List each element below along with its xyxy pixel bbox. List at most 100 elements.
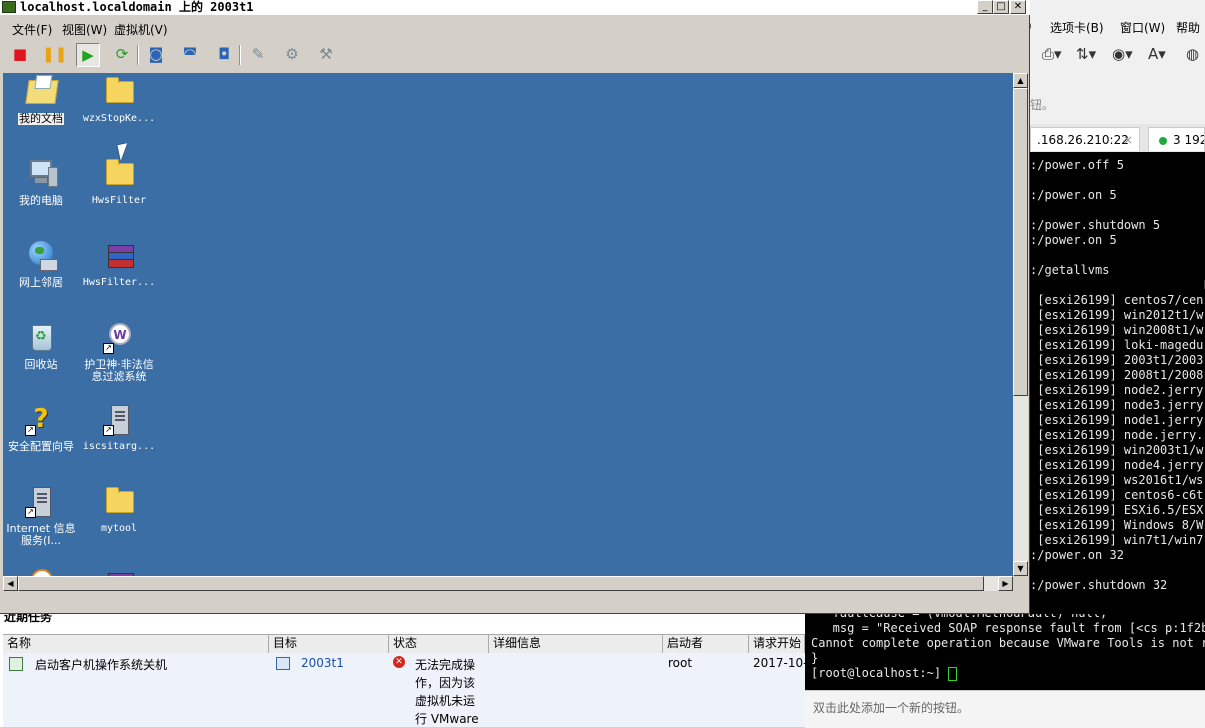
terminal-line: [esxi26199] ESXi6.5/ESX (1030, 503, 1204, 517)
scroll-down-icon[interactable]: ▼ (1013, 561, 1028, 576)
terminal-line: :/power.on 5 (1030, 233, 1117, 247)
column-status[interactable]: 状态 (389, 635, 489, 653)
terminal-line: faultCause = (vmodl.MethodFault) null, (811, 614, 1108, 621)
desktop-icon-wzxstopke[interactable]: wzxStopKe... (79, 75, 159, 125)
close-icon[interactable]: × (1123, 128, 1133, 151)
transfer-icon[interactable]: ⇅▾ (1076, 45, 1096, 63)
desktop-icon-security-wizard[interactable]: ? ↗ 安全配置向导 (3, 403, 81, 453)
desktop-icon-hws-filter-system[interactable]: W ↗ 护卫神·非法信息过滤系统 (79, 321, 159, 383)
terminal-line: [esxi26199] node3.jerry (1030, 398, 1204, 412)
tasks-table-header: 名称 目标 状态 详细信息 启动者 请求开始 (3, 634, 805, 654)
terminal-output[interactable]: :/power.off 5 :/power.on 5 :/power.shutdow… (1030, 152, 1205, 614)
horizontal-scroll-thumb[interactable] (18, 576, 984, 591)
terminal-line: [esxi26199] win2012t1/w (1030, 308, 1204, 322)
menu-help[interactable]: 帮助 (1176, 19, 1200, 36)
security-wizard-icon: ? ↗ (24, 403, 58, 437)
scroll-left-icon[interactable]: ◀ (3, 576, 18, 591)
terminal-line: [esxi26199] ws2016t1/ws (1030, 473, 1204, 487)
terminal-line: [esxi26199] node1.jerry (1030, 413, 1204, 427)
folder-icon (102, 157, 136, 191)
maximize-button[interactable]: □ (993, 0, 1009, 14)
connect-device-icon[interactable]: ⚙ (280, 43, 304, 67)
table-row[interactable]: 启动客户机操作系统关机 2003t1 ✕ 无法完成操 作，因为该 虚拟机未运 行… (3, 653, 815, 727)
terminal-output-bottom[interactable]: faultCause = (vmodl.MethodFault) null, m… (805, 614, 1205, 690)
guest-desktop[interactable]: 我的文档 wzxStopKe... 我的电脑 HwsFilter 网上邻居 Hw… (3, 73, 1013, 576)
winrar-archive-icon (102, 567, 136, 576)
hws-shortcut-icon: W ↗ (102, 321, 136, 355)
snapshot-manager-icon[interactable]: ◘ (212, 43, 236, 67)
desktop-icon-recycle-bin[interactable]: 回收站 (3, 321, 81, 371)
desktop-icon-iis[interactable]: ↗ Internet 信息服务(I... (3, 485, 81, 547)
menu-window[interactable]: 窗口(W) (1120, 19, 1165, 36)
horizontal-scrollbar[interactable]: ◀ ▶ (3, 576, 1013, 591)
close-button[interactable]: ✕ (1010, 0, 1026, 14)
session-tab-2[interactable]: 3 192. (1148, 127, 1205, 151)
connected-status-icon (1159, 136, 1167, 145)
power-off-icon[interactable]: ■ (8, 43, 32, 67)
mouse-pointer-icon (117, 143, 131, 161)
desktop-icon-my-documents[interactable]: 我的文档 (3, 75, 81, 125)
scrollbar-corner (1013, 576, 1028, 591)
quick-button-bar[interactable]: 双击此处添加一个新的按钮。 (805, 690, 1205, 728)
folder-icon (102, 485, 136, 519)
desktop-icon-partial: ✦ (3, 567, 81, 576)
terminal-line: [esxi26199] loki-magedu (1030, 338, 1204, 352)
terminal-line: [root@localhost:~] (811, 666, 958, 681)
minimize-button[interactable]: _ (977, 0, 993, 14)
snapshot-icon[interactable]: ◙ (144, 43, 168, 67)
desktop-icon-partial (79, 567, 159, 576)
terminal-line: [esxi26199] win2003t1/w (1030, 443, 1204, 457)
menubar: 文件(F) 视图(W) 虚拟机(V) (0, 18, 1030, 40)
terminal-cursor (948, 666, 958, 681)
vmware-app-icon (2, 1, 16, 13)
desktop-icon-my-computer[interactable]: 我的电脑 (3, 157, 81, 207)
desktop-icon-mytool[interactable]: mytool (79, 485, 159, 535)
column-target[interactable]: 目标 (269, 635, 389, 653)
globe-icon[interactable]: ◉▾ (1112, 45, 1133, 63)
column-details[interactable]: 详细信息 (489, 635, 663, 653)
revert-snapshot-icon[interactable]: ◚ (178, 43, 202, 67)
terminal-line: :/power.shutdown 32 (1030, 578, 1168, 592)
column-name[interactable]: 名称 (3, 635, 269, 653)
vertical-scroll-thumb[interactable] (1013, 88, 1028, 396)
menu-file[interactable]: 文件(F) (12, 21, 52, 38)
scroll-right-icon[interactable]: ▶ (998, 576, 1013, 591)
task-icon (9, 657, 23, 671)
toolbar-separator (137, 45, 139, 65)
terminal-line: [esxi26199] win7t1/win7 (1030, 533, 1204, 547)
menu-view[interactable]: 视图(W) (62, 21, 107, 38)
column-requested-start[interactable]: 请求开始 (749, 635, 805, 653)
iscsi-shortcut-icon: ↗ (102, 403, 136, 437)
menu-tabs[interactable]: 选项卡(B) (1050, 19, 1104, 36)
vertical-scrollbar[interactable]: ▲ ▼ (1013, 73, 1028, 576)
desktop-icon-hwsfilter-archive[interactable]: HwsFilter... (79, 239, 159, 289)
terminal-menubar: ) 选项卡(B) 窗口(W) 帮助 (1027, 16, 1205, 38)
desktop-icon-hwsfilter[interactable]: HwsFilter (79, 157, 159, 207)
settings-icon[interactable]: ◍ (1186, 45, 1199, 63)
task-name: 启动客户机操作系统关机 (35, 658, 168, 672)
terminal-line: :/power.off 5 (1030, 158, 1124, 172)
task-start-time: 2017-10-2 (753, 656, 816, 670)
scroll-up-icon[interactable]: ▲ (1013, 73, 1028, 88)
vm-icon (276, 657, 290, 670)
terminal-line: msg = "Received SOAP response fault from… (811, 621, 1205, 635)
session-tab-label: .168.26.210:22 (1037, 133, 1129, 147)
suspend-icon[interactable]: ❚❚ (42, 43, 67, 67)
terminal-line: [esxi26199] node2.jerry (1030, 383, 1204, 397)
terminal-line: [esxi26199] centos7/cen (1030, 293, 1204, 307)
desktop-icon-iscsitarget[interactable]: ↗ iscsitarg... (79, 403, 159, 453)
send-cad-icon[interactable]: ⚒ (314, 43, 338, 67)
task-initiator: root (668, 656, 693, 670)
task-target-link[interactable]: 2003t1 (301, 656, 344, 670)
font-icon[interactable]: A▾ (1148, 45, 1166, 63)
session-tab-1[interactable]: .168.26.210:22 × (1030, 127, 1140, 151)
menu-vm[interactable]: 虚拟机(V) (114, 21, 168, 38)
vm-settings-icon[interactable]: ✎ (246, 43, 270, 67)
print-icon[interactable]: ⎙▾ (1042, 45, 1062, 63)
desktop-icon-network-places[interactable]: 网上邻居 (3, 239, 81, 289)
power-on-icon[interactable]: ▶ (76, 43, 100, 67)
terminal-line: [esxi26199] node.jerry. (1030, 428, 1204, 442)
reset-icon[interactable]: ⟳ (110, 43, 134, 67)
title-bar[interactable]: localhost.localdomain 上的 2003t1 _ □ ✕ (0, 0, 1030, 15)
column-initiator[interactable]: 启动者 (663, 635, 749, 653)
